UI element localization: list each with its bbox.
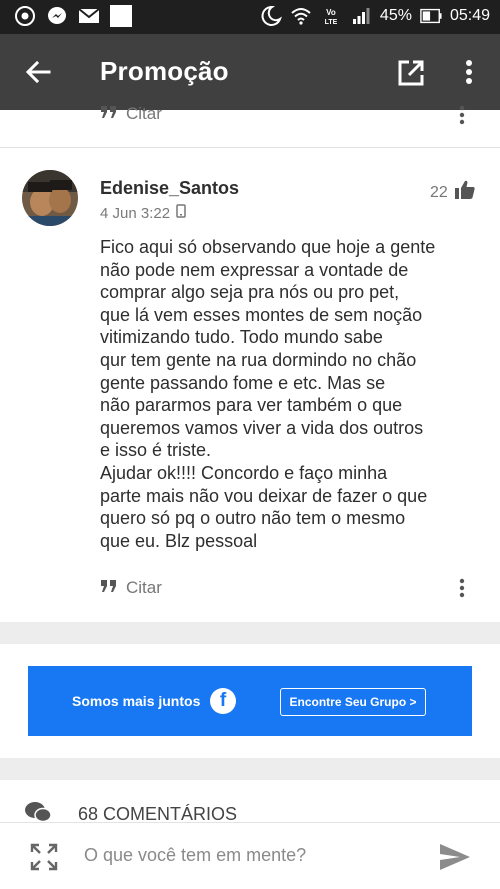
open-external-icon[interactable]: [396, 58, 426, 88]
status-bar: Vo LTE 45% 05:49: [0, 0, 500, 34]
reply-input-bar: [0, 822, 500, 889]
facebook-group-banner[interactable]: Somos mais juntos f Encontre Seu Grupo >: [28, 666, 472, 736]
messenger-icon: [46, 5, 68, 27]
back-arrow-icon[interactable]: [22, 56, 54, 88]
comment-date-row: 4 Jun 3:22: [100, 204, 186, 222]
banner-text: Somos mais juntos: [72, 693, 201, 709]
cite-label: Citar: [126, 578, 162, 597]
previous-cite-label: Citar: [126, 104, 162, 123]
app-bar: Promoção: [0, 34, 500, 110]
comment-author[interactable]: Edenise_Santos: [100, 178, 239, 199]
wifi-icon: [290, 5, 312, 27]
chrome-icon: [14, 5, 36, 27]
send-icon[interactable]: [438, 841, 472, 873]
thumbs-up-icon[interactable]: [454, 180, 476, 205]
like-count: 22: [430, 183, 448, 201]
expand-icon[interactable]: [30, 843, 58, 871]
quote-icon: [100, 104, 118, 124]
more-vertical-icon[interactable]: [456, 56, 482, 88]
battery-icon: [420, 5, 442, 27]
page-title: Promoção: [100, 56, 229, 86]
quote-icon: [100, 578, 118, 598]
facebook-icon: f: [210, 688, 236, 714]
svg-text:Vo: Vo: [326, 8, 336, 17]
cite-button[interactable]: Citar: [100, 578, 162, 598]
comment-more-icon[interactable]: [454, 577, 470, 599]
svg-text:LTE: LTE: [325, 19, 338, 26]
clock: 05:49: [449, 7, 490, 24]
mail-icon: [78, 5, 100, 27]
comment-date: 4 Jun 3:22: [100, 204, 171, 222]
like-control[interactable]: 22: [430, 180, 476, 205]
mobile-phone-icon: [176, 204, 186, 222]
avatar[interactable]: [22, 170, 78, 226]
volte-icon: Vo LTE: [320, 5, 342, 27]
comment-body: Fico aqui só observando que hoje a gente…: [100, 237, 436, 551]
previous-post-more-icon[interactable]: [454, 104, 470, 126]
find-group-button[interactable]: Encontre Seu Grupo >: [280, 688, 426, 716]
notification-square-icon: [110, 5, 132, 27]
previous-cite-button[interactable]: Citar: [100, 104, 162, 124]
signal-icon: [350, 5, 372, 27]
post-divider: [0, 147, 500, 148]
do-not-disturb-icon: [260, 5, 282, 27]
reply-input[interactable]: [84, 845, 414, 866]
section-separator: [0, 622, 500, 644]
battery-percent: 45%: [379, 7, 412, 24]
section-separator: [0, 758, 500, 780]
